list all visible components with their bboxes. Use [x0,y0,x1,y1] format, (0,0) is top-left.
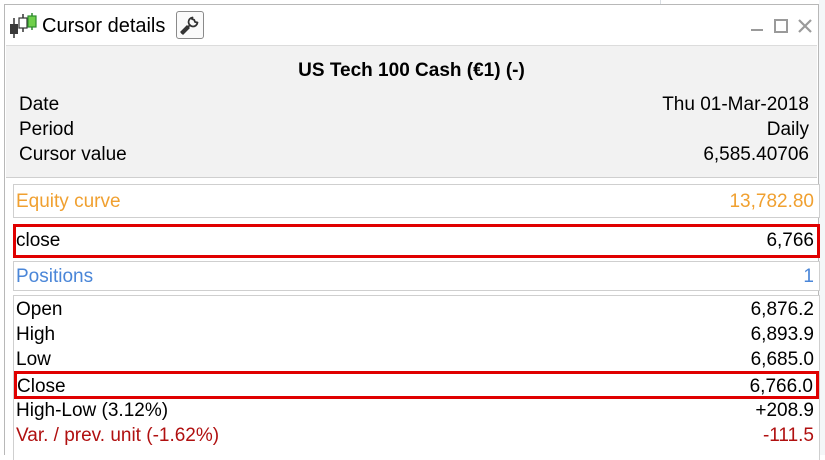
high-low-value: +208.9 [755,400,814,421]
ohlc-panel: Open 6,876.2 High 6,893.9 Low 6,685.0 Cl… [13,295,820,460]
positions-value: 1 [803,266,814,287]
high-value: 6,893.9 [750,324,814,345]
info-row-date: Date Thu 01-Mar-2018 [19,93,809,117]
info-row-cursor-value: Cursor value 6,585.40706 [19,143,809,167]
candlestick-chart-icon [8,12,40,40]
ohlc-row-high: High 6,893.9 [14,323,819,347]
period-value: Daily [766,119,809,140]
positions-label: Positions [16,266,94,287]
open-value: 6,876.2 [750,299,814,320]
ohlc-row-variation: Var. / prev. unit (-1.62%) -111.5 [14,424,819,448]
cursor-value-value: 6,585.40706 [703,144,809,165]
close-indicator-row[interactable]: close 6,766 [13,224,820,258]
low-value: 6,685.0 [750,349,814,370]
ohlc-row-open: Open 6,876.2 [14,298,819,322]
date-label: Date [19,94,60,115]
open-label: Open [16,299,63,320]
date-value: Thu 01-Mar-2018 [662,94,809,115]
title-bar[interactable]: Cursor details [5,5,818,45]
high-label: High [16,324,56,345]
ohlc-row-close: Close 6,766.0 [14,371,819,399]
positions-row[interactable]: Positions 1 [13,261,820,291]
info-row-period: Period Daily [19,118,809,142]
variation-label: Var. / prev. unit (-1.62%) [16,425,220,446]
close-indicator-value: 6,766 [766,230,814,251]
maximize-icon [772,17,790,35]
equity-curve-row[interactable]: Equity curve 13,782.80 [13,184,820,218]
close-icon [796,17,814,35]
ohlc-row-high-low: High-Low (3.12%) +208.9 [14,399,819,423]
close-label: Close [17,376,66,397]
instrument-name: US Tech 100 Cash (€1) (-) [298,60,525,81]
settings-button[interactable] [176,11,204,39]
cursor-details-window: Cursor details US Tech 100 Cash (€1) (-)… [4,4,820,460]
equity-curve-label: Equity curve [16,191,121,212]
period-label: Period [19,119,74,140]
cursor-value-label: Cursor value [19,144,127,165]
close-value: 6,766.0 [749,376,813,397]
variation-value: -111.5 [762,425,814,446]
minimize-button[interactable] [748,17,766,35]
maximize-button[interactable] [772,17,790,35]
low-label: Low [16,349,51,370]
instrument-info-panel: US Tech 100 Cash (€1) (-) Date Thu 01-Ma… [6,45,817,178]
equity-curve-value: 13,782.80 [729,191,814,212]
window-title: Cursor details [42,15,166,37]
ohlc-row-low: Low 6,685.0 [14,348,819,372]
close-button[interactable] [796,17,814,35]
close-indicator-label: close [16,230,61,251]
high-low-label: High-Low (3.12%) [16,400,169,421]
minimize-icon [748,17,766,35]
